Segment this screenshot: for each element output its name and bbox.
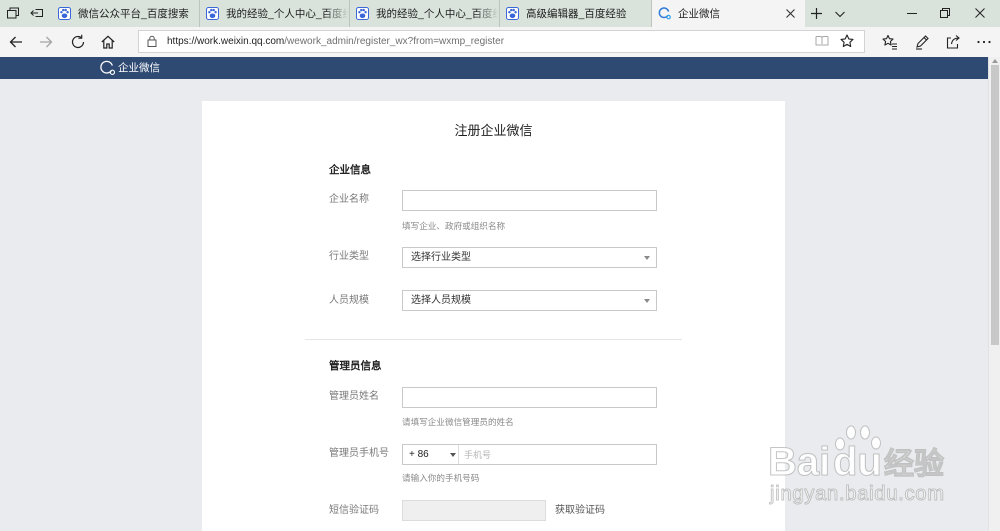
tab-title: 微信公众平台_百度搜索 xyxy=(78,7,189,20)
url-path: /wework_admin/register_wx?from=wxmp_regi… xyxy=(284,36,505,47)
phone-number-input[interactable] xyxy=(459,445,656,464)
tab-title: 我的经验_个人中心_百度经 xyxy=(376,7,499,20)
reading-view-icon[interactable] xyxy=(815,34,829,48)
watermark-product: 经验 xyxy=(884,448,945,481)
share-icon[interactable] xyxy=(945,34,961,50)
company-size-label: 人员规模 xyxy=(329,295,369,306)
caret-down-icon xyxy=(644,299,650,303)
baidu-paw-icon xyxy=(506,7,519,20)
company-name-label: 企业名称 xyxy=(329,194,369,205)
wework-logo-icon[interactable] xyxy=(99,60,116,76)
caret-down-icon xyxy=(450,453,456,457)
home-icon[interactable] xyxy=(100,34,116,50)
sms-code-label: 短信验证码 xyxy=(329,505,379,516)
tab-title: 高级编辑器_百度经验 xyxy=(526,7,627,20)
url-text[interactable]: https://work.weixin.qq.com/wework_admin/… xyxy=(167,31,504,52)
minimize-icon[interactable] xyxy=(906,7,918,19)
baidu-jingyan-watermark: Bai du 经验 jingyan.baidu.com xyxy=(765,422,950,508)
browser-toolbar: https://work.weixin.qq.com/wework_admin/… xyxy=(0,27,1000,57)
scroll-up-arrow-icon[interactable] xyxy=(992,59,998,63)
forward-icon[interactable] xyxy=(38,34,54,50)
watermark-site: jingyan.baidu.com xyxy=(770,483,945,505)
browser-tab-active[interactable]: 企业微信 xyxy=(652,0,805,27)
browser-tab[interactable]: 我的经验_个人中心_百度经 xyxy=(350,0,500,27)
set-aside-tabs-icon[interactable] xyxy=(30,6,44,20)
browser-tab[interactable]: 高级编辑器_百度经验 xyxy=(500,0,652,27)
admin-phone-label: 管理员手机号 xyxy=(329,448,389,459)
more-icon[interactable] xyxy=(976,34,992,50)
admin-phone-field: + 86 xyxy=(402,444,657,465)
admin-name-hint: 请填写企业微信管理员的姓名 xyxy=(402,417,514,427)
get-sms-code-button[interactable]: 获取验证码 xyxy=(555,504,605,518)
lock-icon xyxy=(147,35,157,47)
caret-down-icon xyxy=(644,256,650,260)
browser-tab[interactable]: 微信公众平台_百度搜索 xyxy=(52,0,200,27)
page-scrollbar[interactable] xyxy=(988,57,1000,531)
tab-title: 我的经验_个人中心_百度经 xyxy=(226,7,349,20)
admin-section-heading: 管理员信息 xyxy=(329,360,382,372)
industry-select-value: 选择行业类型 xyxy=(411,252,471,263)
industry-select[interactable]: 选择行业类型 xyxy=(402,247,657,268)
registration-card: 注册企业微信 企业信息 企业名称 填写企业、政府或组织名称 行业类型 选择行业类… xyxy=(202,101,785,531)
admin-name-input[interactable] xyxy=(402,387,657,408)
url-origin: https://work.weixin.qq.com xyxy=(167,36,285,47)
back-icon[interactable] xyxy=(8,34,24,50)
industry-label: 行业类型 xyxy=(329,251,369,262)
address-bar[interactable]: https://work.weixin.qq.com/wework_admin/… xyxy=(138,30,865,53)
browser-tab-bar: 微信公众平台_百度搜索 我的经验_个人中心_百度经 我的经验_个人中心_百度经 … xyxy=(0,0,1000,27)
add-notes-icon[interactable] xyxy=(914,34,930,50)
browser-tab[interactable]: 我的经验_个人中心_百度经 xyxy=(200,0,350,27)
close-icon[interactable] xyxy=(974,7,986,19)
wework-icon xyxy=(658,7,671,20)
tab-preview-icon[interactable] xyxy=(6,6,20,20)
section-divider xyxy=(305,339,682,340)
watermark-brand-right: du xyxy=(833,440,883,484)
chevron-down-icon[interactable] xyxy=(834,8,846,20)
site-header: 企业微信 xyxy=(0,57,988,79)
country-code-value: + 86 xyxy=(409,449,429,460)
admin-name-label: 管理员姓名 xyxy=(329,391,379,402)
baidu-paw-icon xyxy=(831,423,883,451)
sms-code-input[interactable] xyxy=(402,500,546,521)
scroll-thumb[interactable] xyxy=(991,65,999,345)
page-title: 注册企业微信 xyxy=(454,123,533,138)
country-code-select[interactable]: + 86 xyxy=(403,445,459,464)
company-section-heading: 企业信息 xyxy=(329,164,371,176)
admin-phone-hint: 请输入你的手机号码 xyxy=(402,473,480,483)
favorite-star-icon[interactable] xyxy=(840,34,854,48)
company-size-select-value: 选择人员规模 xyxy=(411,295,471,306)
refresh-icon[interactable] xyxy=(70,34,86,50)
company-size-select[interactable]: 选择人员规模 xyxy=(402,290,657,311)
tab-close-icon[interactable] xyxy=(785,8,796,19)
baidu-paw-icon xyxy=(206,7,219,20)
restore-icon[interactable] xyxy=(939,7,951,19)
company-name-input[interactable] xyxy=(402,190,657,211)
baidu-paw-icon xyxy=(58,7,71,20)
tab-title: 企业微信 xyxy=(678,7,720,20)
favorites-hub-icon[interactable] xyxy=(882,34,898,50)
company-name-hint: 填写企业、政府或组织名称 xyxy=(402,221,506,231)
baidu-paw-icon xyxy=(356,7,369,20)
new-tab-icon[interactable] xyxy=(810,7,823,20)
brand-name[interactable]: 企业微信 xyxy=(118,57,160,79)
